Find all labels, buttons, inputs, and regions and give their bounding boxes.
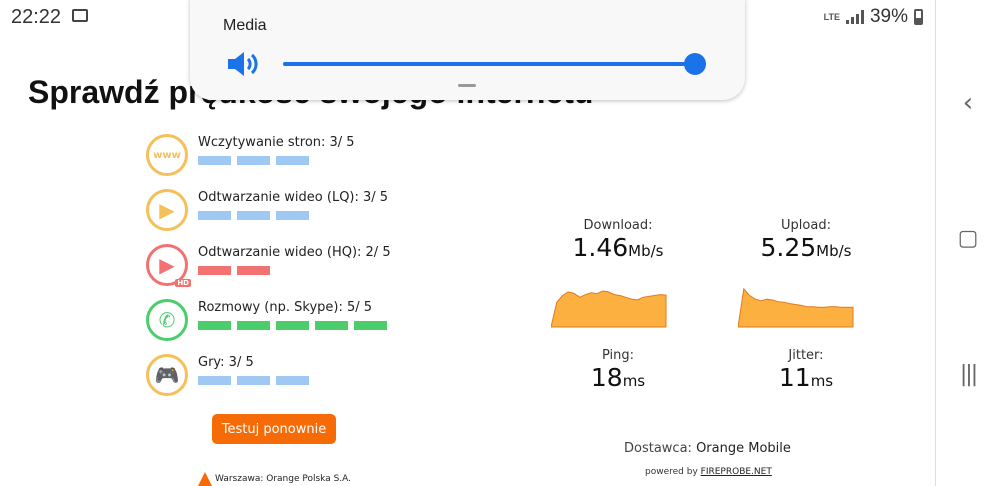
phone-icon: ✆ [146, 299, 188, 341]
gamepad-icon: 🎮 [146, 354, 188, 396]
clock: 22:22 [11, 6, 62, 28]
jitter-value: 11 [778, 363, 811, 392]
rating-label: Rozmowy (np. Skype): 5/ 5 [198, 300, 373, 315]
score-bar [198, 211, 231, 220]
play-hd-icon: ▶ HD [146, 244, 191, 287]
ping-value: 18 [590, 363, 623, 392]
fireprobe-link[interactable]: FIREPROBE.NET [701, 467, 772, 477]
rating-row: ▶ HD Odtwarzanie wideo (HQ): 2/ 5 [146, 244, 391, 287]
volume-slider[interactable] [283, 62, 695, 66]
rating-row: www Wczytywanie stron: 3/ 5 [146, 134, 355, 176]
lte-icon: LTE [823, 11, 840, 22]
upload-graph-area [738, 287, 854, 328]
score-bar [315, 321, 348, 330]
back-icon[interactable]: ‹ [936, 88, 999, 118]
battery-icon [914, 9, 923, 25]
volume-popup: Media [190, 0, 745, 100]
home-icon[interactable]: ▢ [936, 226, 999, 251]
upload-metric: Upload: 5.25Mb/s [726, 218, 886, 262]
upload-label: Upload: [781, 218, 831, 233]
score-bar [276, 321, 309, 330]
navigation-bar: ‹ ▢ ||| [935, 0, 999, 486]
score-bar [198, 321, 231, 330]
www-icon: www [146, 134, 188, 176]
ping-metric: Ping: 18ms [538, 348, 698, 392]
score-bar [276, 211, 309, 220]
provider: Dostawca: Orange Mobile [624, 441, 791, 456]
score-bar [276, 376, 309, 385]
rating-row: ✆ Rozmowy (np. Skype): 5/ 5 [146, 299, 387, 341]
score-bar [237, 321, 270, 330]
powered-prefix: powered by [645, 467, 698, 477]
ping-unit: ms [622, 372, 646, 390]
server-location: Warszawa: Orange Polska S.A. [198, 472, 351, 486]
score-bar [237, 376, 270, 385]
download-graph [551, 290, 667, 328]
download-graph-area [551, 290, 667, 328]
score-bars [198, 321, 387, 330]
volume-title: Media [223, 17, 267, 34]
score-bar [198, 376, 231, 385]
download-metric: Download: 1.46Mb/s [538, 218, 698, 262]
score-bars [198, 376, 309, 385]
rating-label: Odtwarzanie wideo (LQ): 3/ 5 [198, 190, 389, 205]
score-bar [276, 156, 309, 165]
powered-by: powered by FIREPROBE.NET [645, 467, 772, 477]
download-unit: Mb/s [628, 242, 664, 260]
score-bar [198, 266, 231, 275]
score-bar [237, 266, 270, 275]
rating-label: Gry: 3/ 5 [198, 355, 254, 370]
download-label: Download: [583, 218, 653, 233]
provider-name: Orange Mobile [696, 441, 791, 456]
provider-label: Dostawca: [624, 441, 692, 456]
volume-slider-thumb[interactable] [684, 53, 706, 75]
score-bar [198, 156, 231, 165]
popup-handle[interactable] [458, 84, 476, 87]
ping-label: Ping: [601, 348, 635, 363]
rating-label: Odtwarzanie wideo (HQ): 2/ 5 [198, 245, 391, 260]
score-bar [237, 211, 270, 220]
rating-label: Wczytywanie stron: 3/ 5 [198, 135, 355, 150]
download-value: 1.46 [572, 233, 629, 262]
jitter-unit: ms [810, 372, 834, 390]
signal-icon [845, 10, 864, 24]
play-icon: ▶ [146, 189, 188, 231]
rating-row: 🎮 Gry: 3/ 5 [146, 354, 309, 396]
upload-graph [738, 287, 854, 328]
hd-badge: HD [175, 279, 191, 287]
upload-value: 5.25 [760, 233, 817, 262]
score-bars [198, 156, 355, 165]
gallery-notification-icon [72, 9, 88, 22]
recents-icon[interactable]: ||| [936, 362, 999, 387]
speaker-icon[interactable] [226, 50, 264, 78]
score-bars [198, 211, 388, 220]
jitter-label: Jitter: [788, 348, 824, 363]
retest-button[interactable]: Testuj ponownie [212, 414, 336, 444]
battery-percent: 39% [869, 6, 908, 27]
www-text: www [153, 149, 181, 161]
score-bar [354, 321, 387, 330]
upload-unit: Mb/s [816, 242, 852, 260]
rating-row: ▶ Odtwarzanie wideo (LQ): 3/ 5 [146, 189, 388, 231]
score-bars [198, 266, 391, 275]
jitter-metric: Jitter: 11ms [726, 348, 886, 392]
location-marker-icon [198, 472, 212, 486]
score-bar [237, 156, 270, 165]
